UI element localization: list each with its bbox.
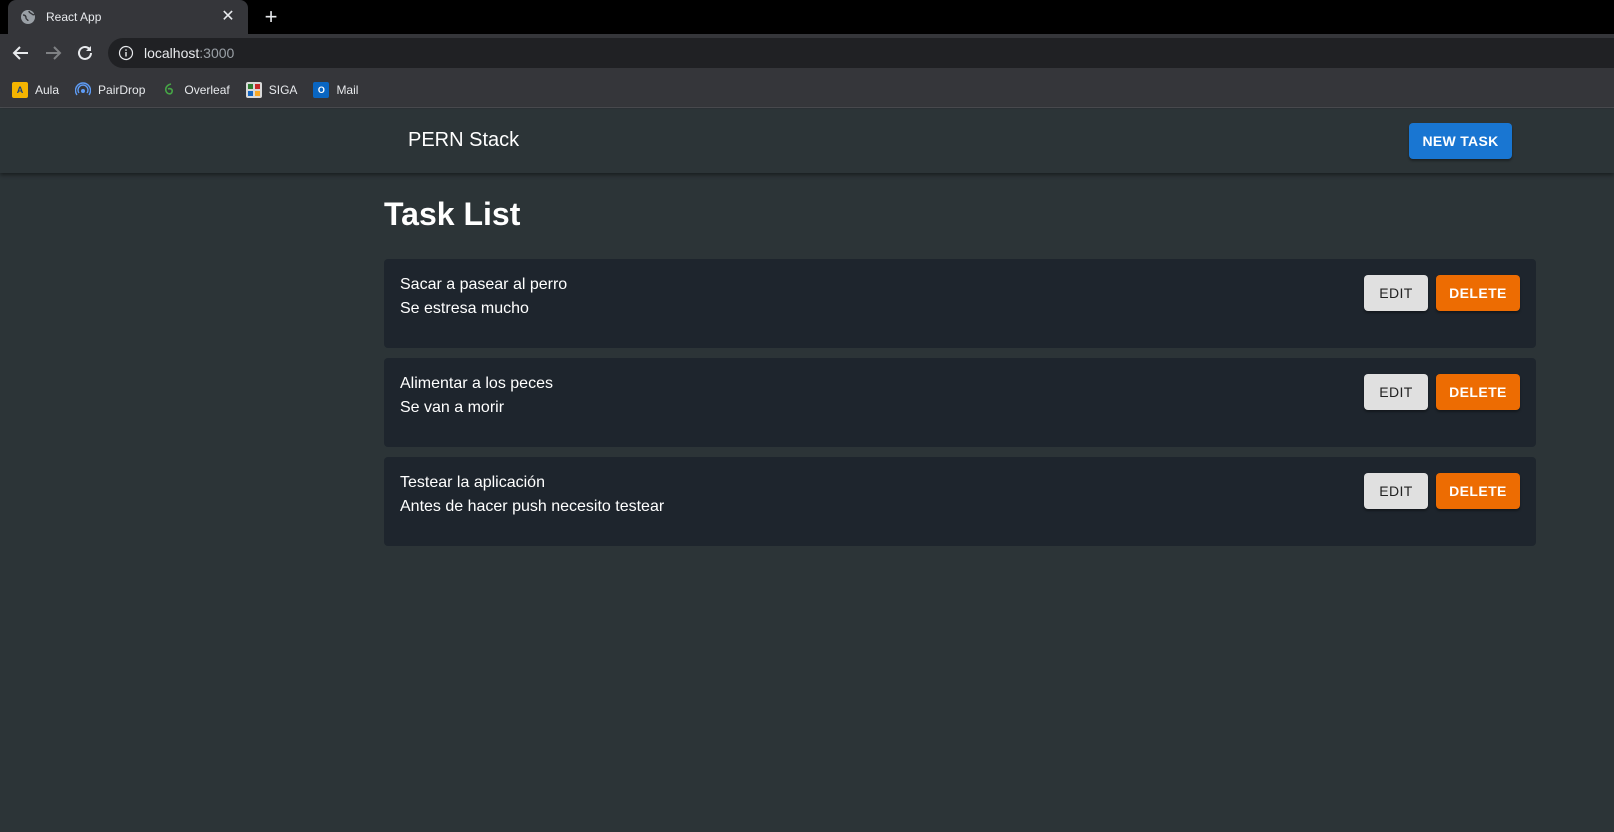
bookmark-label: PairDrop [98, 82, 146, 97]
bookmark-siga[interactable]: SIGA [245, 81, 298, 98]
task-card: Sacar a pasear al perro Se estresa mucho… [384, 259, 1536, 348]
url-port: :3000 [199, 45, 235, 61]
bookmark-pairdrop[interactable]: PairDrop [75, 81, 146, 98]
app-brand[interactable]: PERN Stack [408, 129, 519, 152]
bookmark-label: Aula [35, 82, 60, 97]
aula-icon: A [12, 81, 28, 98]
reload-icon[interactable] [72, 40, 98, 66]
bookmark-label: Overleaf [184, 82, 230, 97]
bookmarks-bar: A Aula PairDrop Overleaf SIGA O Mail [0, 72, 1614, 108]
task-description: Se estresa mucho [400, 300, 529, 317]
globe-icon [20, 9, 36, 25]
pairdrop-icon [75, 81, 92, 98]
browser-tabstrip: React App ✕ + [0, 0, 1614, 34]
task-title: Sacar a pasear al perro [400, 276, 568, 293]
edit-button[interactable]: EDIT [1364, 374, 1428, 410]
url-host: localhost [144, 45, 200, 61]
bookmark-mail[interactable]: O Mail [313, 81, 359, 98]
task-card: Alimentar a los peces Se van a morir EDI… [384, 358, 1536, 447]
delete-button[interactable]: DELETE [1436, 473, 1520, 509]
info-icon[interactable] [118, 45, 134, 61]
bookmark-overleaf[interactable]: Overleaf [161, 82, 230, 98]
task-card: Testear la aplicación Antes de hacer pus… [384, 457, 1536, 546]
task-title: Testear la aplicación [400, 474, 545, 491]
new-task-button[interactable]: NEW TASK [1409, 123, 1512, 159]
task-title: Alimentar a los peces [400, 375, 553, 392]
address-bar[interactable]: localhost:3000 [108, 38, 1614, 68]
edit-button[interactable]: EDIT [1364, 275, 1428, 311]
app-bar: PERN Stack NEW TASK [0, 109, 1614, 173]
bookmark-label: SIGA [268, 82, 298, 97]
new-tab-icon[interactable]: + [258, 4, 284, 30]
edit-button[interactable]: EDIT [1364, 473, 1428, 509]
task-description: Se van a morir [400, 399, 505, 416]
close-icon[interactable]: ✕ [220, 9, 236, 25]
bookmark-label: Mail [336, 82, 359, 97]
back-icon[interactable] [8, 40, 34, 66]
page-title: Task List [384, 196, 521, 232]
forward-icon[interactable] [40, 40, 66, 66]
overleaf-icon [161, 82, 177, 98]
tab-title: React App [46, 10, 102, 24]
delete-button[interactable]: DELETE [1436, 374, 1520, 410]
task-description: Antes de hacer push necesito testear [400, 498, 665, 515]
delete-button[interactable]: DELETE [1436, 275, 1520, 311]
browser-toolbar: localhost:3000 [0, 34, 1614, 72]
bookmark-aula[interactable]: A Aula [12, 81, 60, 98]
browser-tab[interactable]: React App ✕ [8, 0, 248, 34]
siga-icon [245, 81, 262, 98]
outlook-icon: O [313, 81, 330, 98]
